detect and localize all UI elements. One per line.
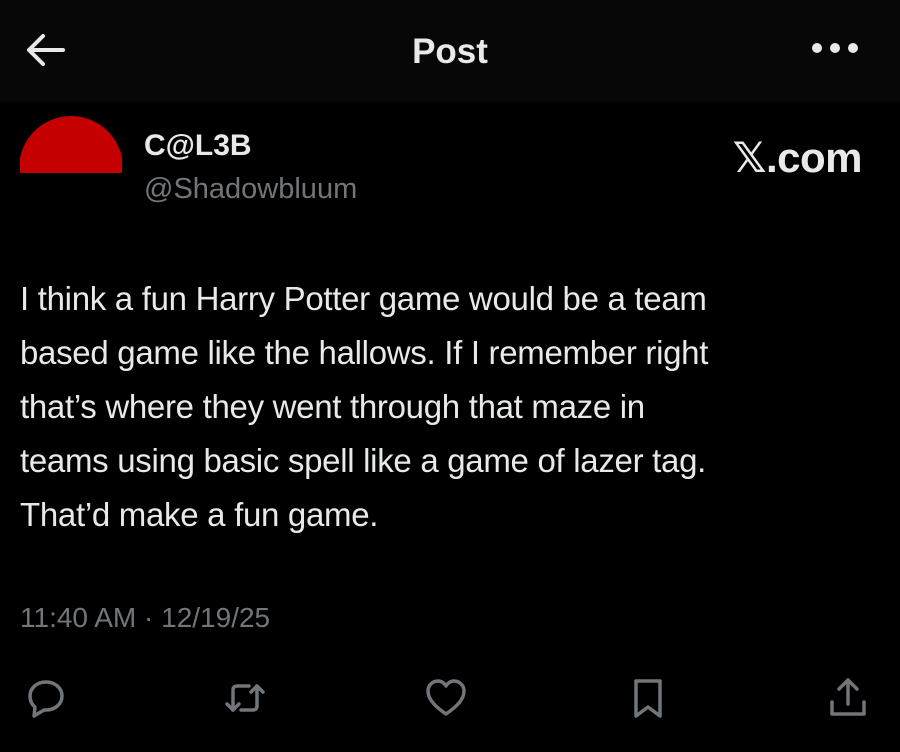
like-button[interactable] [418,672,474,728]
like-icon [424,676,468,725]
display-name[interactable]: C@L3B [144,128,252,164]
action-bar [0,672,900,728]
bookmark-button[interactable] [620,672,676,728]
reply-button[interactable] [18,672,74,728]
share-icon [826,676,870,725]
top-bar: Post [0,0,900,102]
post-text: I think a fun Harry Potter game would be… [20,280,709,533]
post-date[interactable]: 12/19/25 [161,602,270,633]
more-options-button[interactable] [806,34,864,66]
avatar[interactable] [20,116,122,176]
bookmark-icon [626,676,670,725]
post-time[interactable]: 11:40 AM [20,602,136,633]
share-button[interactable] [820,672,876,728]
reply-icon [24,676,68,725]
meta-separator: · [136,602,162,633]
post-timestamp: 11:40 AM · 12/19/25 [20,600,270,636]
x-brand-watermark: 𝕏.com [732,134,863,181]
more-horizontal-icon [809,41,861,60]
repost-button[interactable] [217,672,273,728]
user-handle[interactable]: @Shadowbluum [144,171,357,207]
page-title: Post [412,32,488,71]
repost-icon [223,676,267,725]
